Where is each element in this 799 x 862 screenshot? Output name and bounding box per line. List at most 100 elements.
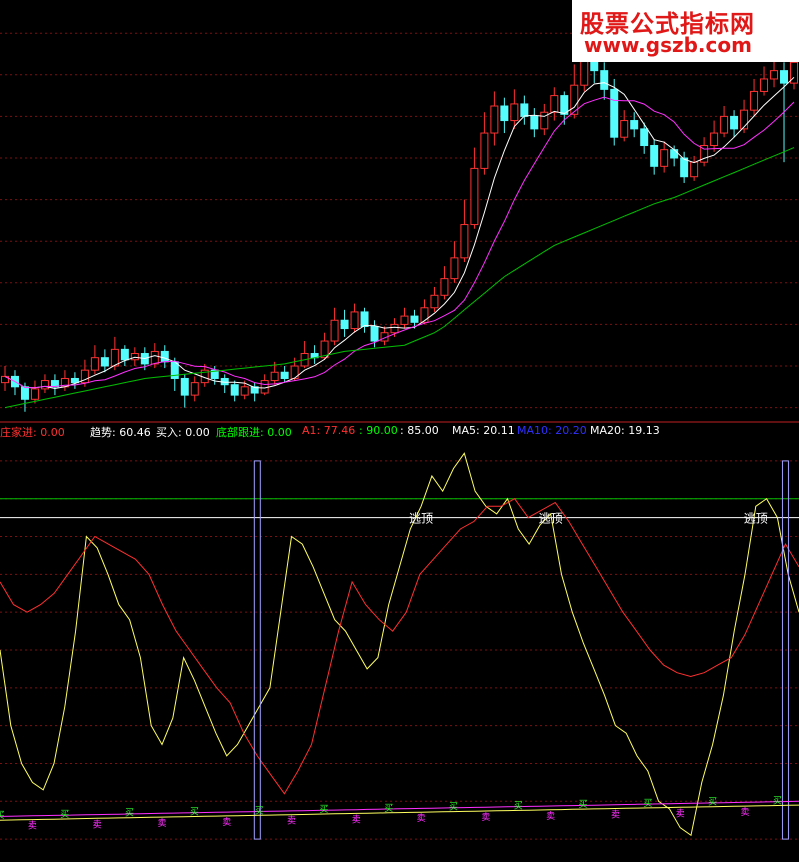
candle-body [340, 319, 349, 330]
candle-body [240, 386, 249, 396]
candle-body [370, 325, 379, 342]
candle-body [550, 95, 559, 113]
candle-body [650, 145, 659, 167]
sell-marker: 卖 [157, 818, 166, 829]
candle-body [160, 350, 169, 363]
legend-ma20: MA20: 19.13 [590, 424, 660, 437]
candle-body [180, 377, 189, 396]
candle-body [280, 371, 289, 379]
candle-body [120, 348, 129, 361]
escape-top-label: 逃顶 [744, 512, 768, 526]
buy-marker: 买 [449, 802, 458, 813]
candle-body [480, 132, 489, 169]
legend-ma10: MA10: 20.20 [517, 424, 587, 437]
candle-body [600, 70, 609, 90]
candle-body [680, 157, 689, 178]
legend-mairu: 买入: 0.00 [156, 426, 210, 439]
candle-body [190, 382, 199, 396]
candle-body [760, 78, 769, 92]
candle-body [740, 109, 749, 130]
indicator-lines [0, 452, 799, 840]
candle-body [330, 319, 339, 342]
price-candles [0, 29, 799, 412]
sell-marker: 卖 [222, 817, 231, 828]
buy-marker: 买 [643, 798, 652, 809]
legend-85: : 85.00 [400, 424, 439, 437]
candle-body [410, 315, 419, 323]
sell-marker: 卖 [481, 812, 490, 823]
sell-marker: 卖 [676, 808, 685, 819]
ma-line-ma60 [4, 147, 795, 409]
candle-body [430, 294, 439, 309]
buy-marker: 买 [708, 797, 717, 808]
indicator-signals: 逃顶 逃顶 逃顶 [409, 512, 768, 526]
legend-qushi: 趋势: 60.46 [90, 426, 151, 439]
candle-body [520, 103, 529, 117]
candle-body [70, 377, 79, 384]
legend-zhuangjin: 庄家进: 0.00 [0, 426, 65, 439]
price-grid [0, 32, 799, 409]
candle-body [400, 315, 409, 325]
candle-body [230, 384, 239, 396]
buy-marker: 买 [579, 799, 588, 810]
candle-body [780, 70, 789, 84]
candle-body [500, 105, 509, 122]
candle-body [470, 167, 479, 226]
candle-body [130, 353, 139, 361]
legend-ma5: MA5: 20.11 [452, 424, 515, 437]
candle-body [360, 311, 369, 327]
sell-marker: 卖 [741, 807, 750, 818]
sell-marker: 卖 [546, 811, 555, 822]
buy-marker: 买 [255, 805, 264, 816]
legend-a1: A1: 77.46 [302, 424, 356, 437]
candle-body [350, 311, 359, 330]
sell-marker: 卖 [611, 810, 620, 821]
candle-body [710, 132, 719, 147]
site-watermark-logo: 股票公式指标网 www.gszb.com [572, 0, 799, 62]
buy-marker: 买 [384, 803, 393, 814]
buy-marker: 买 [190, 807, 199, 818]
trend-line [0, 452, 799, 837]
candle-body [440, 278, 449, 296]
candle-body [20, 386, 29, 400]
escape-top-label: 逃顶 [539, 512, 563, 526]
candle-body [750, 90, 759, 111]
candle-body [90, 357, 99, 371]
a1-line [0, 498, 799, 795]
candle-body [40, 380, 49, 390]
candle-body [770, 70, 779, 80]
candle-body [730, 115, 739, 130]
candle-body [150, 350, 159, 365]
buy-marker: 买 [773, 795, 782, 806]
sell-marker: 卖 [287, 816, 296, 827]
candle-body [460, 224, 469, 259]
candle-body [630, 120, 639, 130]
candle-body [690, 161, 699, 178]
candle-body [110, 348, 119, 367]
candle-body [510, 103, 519, 122]
candle-body [530, 115, 539, 130]
legend-90: : 90.00 [359, 424, 398, 437]
candle-body [100, 357, 109, 367]
candle-body [640, 128, 649, 147]
indicator-grid [0, 460, 799, 840]
candle-body [450, 257, 459, 280]
legend-dibu: 底部跟进: 0.00 [216, 426, 292, 439]
buy-marker: 买 [125, 808, 134, 819]
candle-body [390, 323, 399, 334]
sell-marker: 卖 [417, 813, 426, 824]
buy-marker: 买 [60, 809, 69, 820]
sell-marker: 卖 [28, 821, 37, 832]
candle-body [610, 88, 619, 138]
sell-marker: 卖 [93, 819, 102, 830]
buy-marker: 买 [0, 810, 5, 821]
watermark-url: www.gszb.com [584, 33, 752, 57]
buy-marker: 买 [319, 804, 328, 815]
candle-body [260, 380, 269, 394]
indicator-legend: 庄家进: 0.00 趋势: 60.46 买入: 0.00 底部跟进: 0.00 … [0, 424, 799, 440]
sell-marker: 卖 [352, 814, 361, 825]
candle-body [720, 115, 729, 134]
candle-body [490, 105, 499, 134]
escape-top-label: 逃顶 [409, 512, 433, 526]
candle-body [30, 388, 39, 400]
